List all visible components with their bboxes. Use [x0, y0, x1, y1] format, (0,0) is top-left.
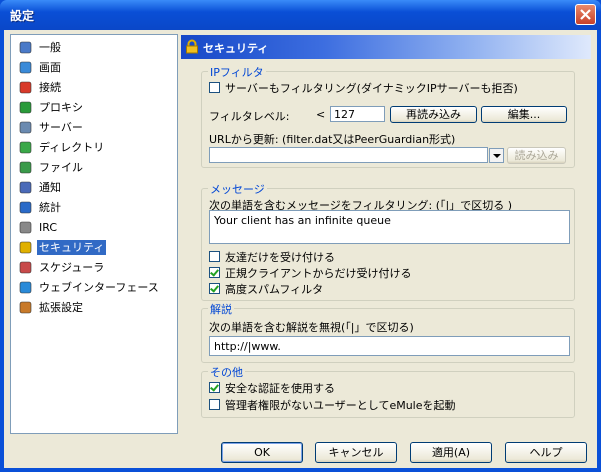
connection-icon [18, 80, 33, 95]
directory-icon [18, 140, 33, 155]
sidebar-item-label: サーバー [39, 121, 83, 134]
sidebar-item[interactable]: IRC [16, 218, 174, 237]
url-update-input[interactable] [209, 147, 488, 163]
lock-icon [186, 39, 198, 54]
sidebar-item-label: 一般 [39, 41, 61, 54]
url-update-label: URLから更新: (filter.dat又はPeerGuardian形式) [209, 133, 456, 146]
settings-nav-list[interactable]: 一般画面接続プロキシサーバーディレクトリ ファイル通知統計 IRC セキュリティ スケジ… [10, 34, 178, 434]
close-icon [580, 9, 591, 20]
friends-only-label: 友達だけを受け付ける [225, 251, 335, 264]
sidebar-item-label: 画面 [39, 61, 61, 74]
sidebar-item[interactable]: サーバー [16, 118, 174, 137]
sidebar-item[interactable]: ファイル [16, 158, 174, 177]
spam-filter-checkbox[interactable] [209, 283, 220, 294]
display-icon [18, 60, 33, 75]
comment-ignore-input[interactable]: http://|www. [209, 336, 570, 356]
messages-legend: メッセージ [208, 181, 267, 197]
sidebar-item[interactable]: プロキシ [16, 98, 174, 117]
filter-servers-label: サーバーもフィルタリング(ダイナミックIPサーバーも拒否) [225, 82, 518, 95]
official-only-checkbox[interactable] [209, 267, 220, 278]
sidebar-item[interactable]: ディレクトリ [16, 138, 174, 157]
message-filter-input[interactable]: Your client has an infinite queue [209, 210, 570, 244]
filter-level-label: フィルタレベル: [209, 110, 290, 123]
friends-only-checkbox[interactable] [209, 251, 220, 262]
sidebar-item-label: ファイル [39, 161, 83, 174]
comments-legend: 解説 [208, 301, 234, 317]
sidebar-item[interactable]: 通知 [16, 178, 174, 197]
secure-ident-checkbox[interactable] [209, 382, 220, 393]
sidebar-item[interactable]: 画面 [16, 58, 174, 77]
spam-filter-label: 高度スパムフィルタ [225, 283, 324, 296]
official-only-label: 正規クライアントからだけ受け付ける [225, 267, 412, 280]
sidebar-item-label: IRC [39, 221, 58, 234]
sidebar-item-label: 拡張設定 [39, 301, 83, 314]
filter-level-lt: < [316, 108, 326, 121]
sidebar-item-label: ウェブインターフェース [39, 281, 159, 294]
other-legend: その他 [208, 364, 245, 380]
sidebar-item[interactable]: 統計 [16, 198, 174, 217]
sidebar-item-label: 接続 [39, 81, 61, 94]
sidebar-item[interactable]: スケジューラ [16, 258, 174, 277]
server-icon [18, 120, 33, 135]
sidebar-item[interactable]: 接続 [16, 78, 174, 97]
ok-button[interactable]: OK [221, 442, 303, 463]
sidebar-item[interactable]: ウェブインターフェース [16, 278, 174, 297]
sidebar-item-label: プロキシ [39, 101, 83, 114]
sidebar-item-label: 統計 [39, 201, 61, 214]
web-icon [18, 280, 33, 295]
sidebar-item-label: セキュリティ [37, 240, 107, 255]
title-bar[interactable]: 設定 [0, 0, 601, 30]
lock-icon [18, 240, 33, 255]
url-dropdown-button[interactable] [489, 148, 504, 163]
sidebar-item-label: スケジューラ [39, 261, 105, 274]
cancel-button[interactable]: キャンセル [315, 442, 397, 463]
dialog-client: 一般 画面 接続 プロキシ サーバー ディレクトリ ファイル 通知 統計 IRC セキュリティ スケジ… [4, 30, 597, 468]
proxy-icon [18, 100, 33, 115]
filter-servers-checkbox[interactable] [209, 82, 220, 93]
ipfilter-legend: IPフィルタ [208, 64, 266, 80]
edit-button[interactable]: 編集... [481, 106, 567, 123]
reload-button[interactable]: 再読み込み [390, 106, 477, 123]
sidebar-item[interactable]: セキュリティ [16, 238, 174, 257]
close-button[interactable] [575, 4, 596, 25]
sidebar-item[interactable]: 一般 [16, 38, 174, 57]
comment-ignore-label: 次の単語を含む解説を無視(「|」で区切る) [209, 321, 414, 334]
no-admin-checkbox[interactable] [209, 399, 220, 410]
notify-icon [18, 180, 33, 195]
secure-ident-label: 安全な認証を使用する [225, 382, 335, 395]
load-button[interactable]: 読み込み [507, 147, 566, 164]
general-icon [18, 40, 33, 55]
sidebar-item[interactable]: 拡張設定 [16, 298, 174, 317]
apply-button[interactable]: 適用(A) [410, 442, 492, 463]
settings-window: 設定 一般画面接続プロキシサーバーディレクトリ ファイル通知統計 IRC セキュリティ… [0, 0, 601, 472]
stats-icon [18, 200, 33, 215]
page-header: セキュリティ [181, 35, 591, 59]
help-button[interactable]: ヘルプ [505, 442, 587, 463]
sidebar-item-label: 通知 [39, 181, 61, 194]
page-title: セキュリティ [203, 42, 269, 55]
filter-level-input[interactable]: 127 [330, 106, 385, 122]
no-admin-label: 管理者権限がないユーザーとしてeMuleを起動 [225, 399, 456, 412]
advanced-icon [18, 300, 33, 315]
file-icon [18, 160, 33, 175]
sidebar-item-label: ディレクトリ [39, 141, 105, 154]
scheduler-icon [18, 260, 33, 275]
window-title: 設定 [10, 9, 35, 23]
irc-icon [18, 220, 33, 235]
